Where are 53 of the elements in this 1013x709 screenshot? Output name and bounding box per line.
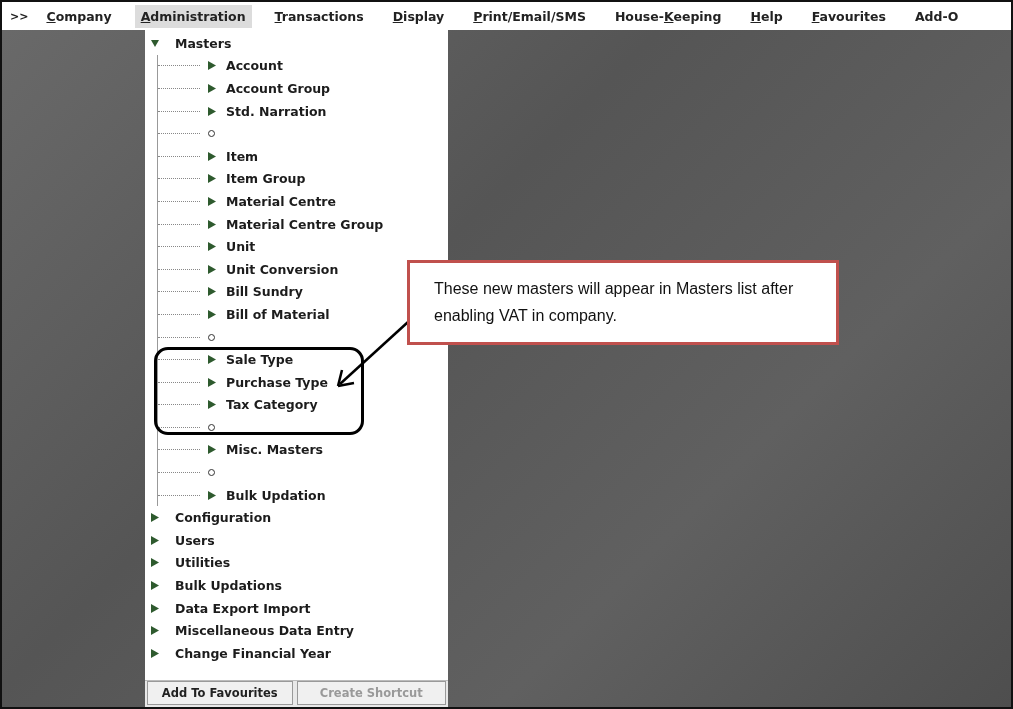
tree-item[interactable]: Unit Conversion (226, 261, 339, 277)
triangle-icon (208, 84, 216, 93)
expanded-icon[interactable] (151, 39, 159, 48)
tree-item[interactable]: Unit (226, 239, 256, 255)
tree-item[interactable]: Std. Narration (226, 103, 327, 119)
tree-item[interactable]: Account (226, 58, 283, 74)
tree-item[interactable]: Purchase Type (226, 374, 328, 390)
menu-item[interactable]: Transactions (268, 4, 370, 28)
triangle-icon (208, 106, 216, 116)
triangle-icon (208, 490, 216, 500)
menu-item[interactable]: House-Keeping (608, 4, 728, 28)
favourites-button[interactable]: Add To Favourites (147, 681, 293, 705)
triangle-icon (208, 61, 216, 71)
triangle-icon (208, 264, 216, 274)
triangle-icon (208, 219, 216, 229)
menu-item[interactable]: Print/Email/SMS (467, 4, 592, 28)
tree-item[interactable]: Data Export Import (175, 600, 311, 616)
tree-item[interactable]: Utilities (175, 555, 231, 571)
tree-item[interactable]: Item (226, 148, 259, 164)
menu-item[interactable]: Favourites (805, 4, 892, 28)
triangle-icon (208, 151, 216, 161)
tree-item[interactable]: Bill Sundry (226, 284, 303, 300)
menu-item[interactable]: Add-O (908, 4, 965, 28)
triangle-icon (208, 377, 216, 387)
triangle-icon (208, 242, 216, 252)
menu-item[interactable]: Company (40, 4, 118, 28)
tree-item[interactable]: Bulk Updations (175, 578, 283, 594)
menu-item[interactable]: Help (744, 4, 789, 28)
triangle-icon (208, 445, 216, 455)
triangle-icon (208, 400, 216, 410)
triangle-icon (208, 287, 216, 297)
tree-item[interactable]: Misc. Masters (226, 442, 324, 458)
triangle-icon (208, 355, 216, 365)
menu-item[interactable]: Display (386, 4, 451, 28)
tree-item[interactable]: Masters (175, 35, 232, 51)
tree-item[interactable]: Sale Type (226, 352, 294, 368)
tree-item[interactable]: Miscellaneous Data Entry (175, 623, 354, 639)
triangle-icon (208, 309, 216, 319)
tree-item[interactable]: Users (175, 532, 215, 548)
callout-note: These new masters will appear in Masters list after enabling VAT in company. (407, 260, 839, 345)
tree-item[interactable]: Configuration (175, 510, 272, 526)
tree-item[interactable]: Change Financial Year (175, 645, 331, 661)
tree-item[interactable]: Bulk Updation (226, 487, 326, 503)
tree-item[interactable]: Bill of Material (226, 306, 330, 322)
tree-item[interactable]: Account Group (226, 81, 331, 96)
overflow-menu[interactable]: >> (10, 9, 29, 23)
triangle-icon (208, 196, 216, 206)
tree-item[interactable]: Tax Category (226, 397, 318, 413)
tree-item[interactable]: Material Centre (226, 193, 337, 209)
tree-item[interactable]: Material Centre Group (226, 216, 384, 232)
triangle-icon (208, 174, 216, 184)
tree-item[interactable]: Item Group (226, 171, 306, 187)
menu-item[interactable]: Administration (134, 4, 252, 28)
